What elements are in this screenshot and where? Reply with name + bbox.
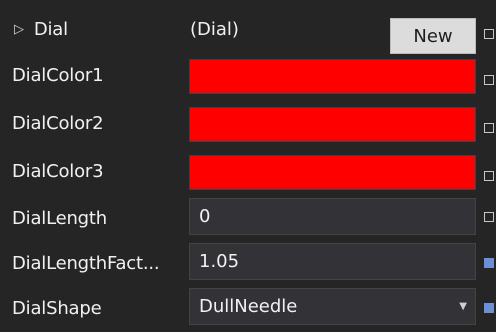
modified-value-marker-icon[interactable] [484, 303, 494, 313]
property-name-dialcolor3: DialColor3 [12, 161, 104, 182]
color-swatch-dialcolor1[interactable] [189, 59, 476, 94]
default-value-marker-icon[interactable] [484, 75, 494, 85]
property-grid: ▷ Dial (Dial) New DialColor1 DialColor2 … [0, 0, 496, 325]
diallengthfactor-input[interactable] [189, 243, 476, 280]
property-value-dial: (Dial) [190, 19, 239, 40]
property-row-dialshape[interactable]: DialShape DullNeedle ▼ [0, 285, 496, 332]
diallength-input[interactable] [189, 198, 476, 235]
property-row-dialcolor1[interactable]: DialColor1 [0, 52, 496, 99]
expand-arrow-icon[interactable]: ▷ [14, 22, 24, 37]
default-value-marker-icon[interactable] [484, 212, 494, 222]
property-name-diallength: DialLength [12, 208, 107, 229]
property-name-diallengthfactor: DialLengthFact... [12, 253, 160, 274]
dropdown-selected-value: DullNeedle [199, 296, 298, 317]
property-row-diallength[interactable]: DialLength [0, 195, 496, 242]
property-row-dialcolor2[interactable]: DialColor2 [0, 100, 496, 147]
default-value-marker-icon[interactable] [484, 123, 494, 133]
property-label: Dial [33, 19, 68, 40]
property-name-dial[interactable]: ▷ Dial [14, 6, 68, 53]
property-name-dialcolor2: DialColor2 [12, 113, 104, 134]
property-row-diallengthfactor[interactable]: DialLengthFact... [0, 240, 496, 287]
property-row-dialcolor3[interactable]: DialColor3 [0, 148, 496, 195]
property-name-dialcolor1: DialColor1 [12, 65, 104, 86]
default-value-marker-icon[interactable] [484, 29, 494, 39]
property-row-dial[interactable]: ▷ Dial (Dial) New [0, 6, 496, 54]
property-name-dialshape: DialShape [12, 298, 102, 319]
modified-value-marker-icon[interactable] [484, 258, 494, 268]
dialshape-dropdown[interactable]: DullNeedle ▼ [189, 288, 476, 325]
new-button[interactable]: New [390, 18, 476, 54]
default-value-marker-icon[interactable] [484, 171, 494, 181]
color-swatch-dialcolor3[interactable] [189, 155, 476, 190]
color-swatch-dialcolor2[interactable] [189, 107, 476, 142]
dropdown-arrow-icon[interactable]: ▼ [459, 301, 467, 312]
